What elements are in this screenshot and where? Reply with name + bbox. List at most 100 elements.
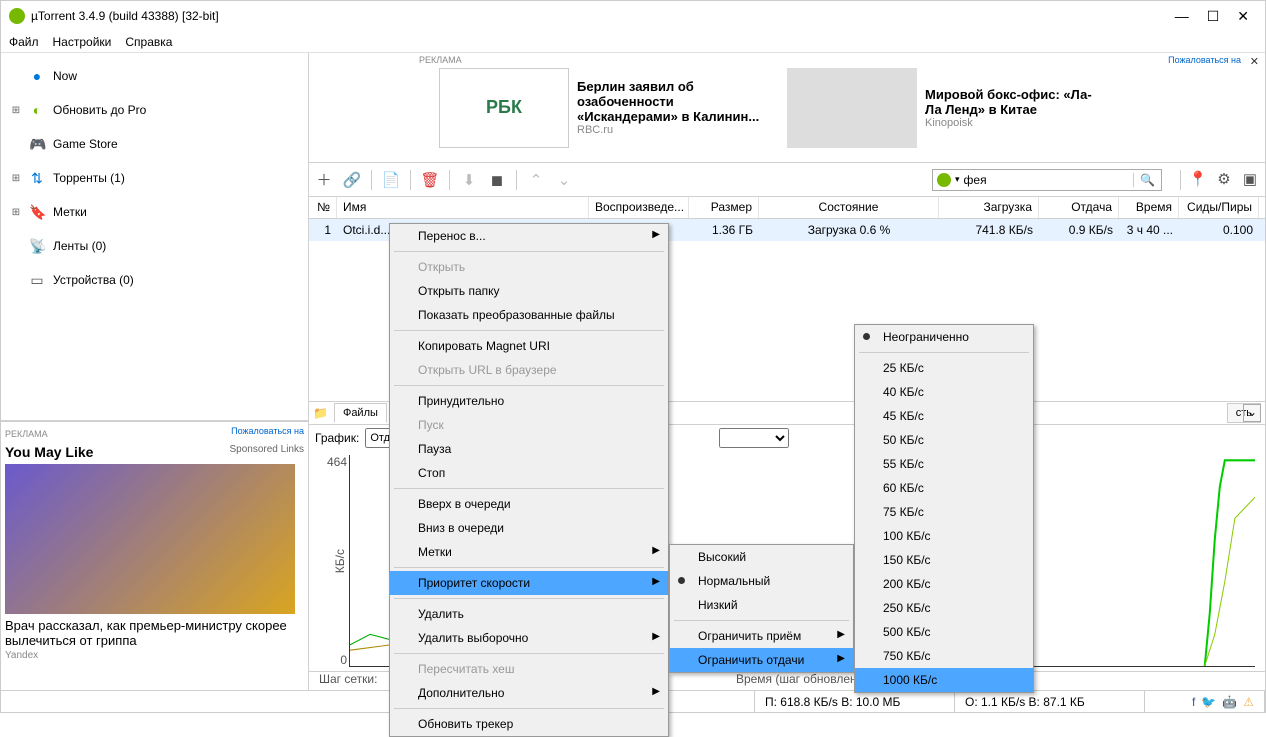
settings-icon[interactable]: ⚙	[1215, 170, 1233, 188]
sidebar-label: Now	[53, 69, 77, 83]
menu-item[interactable]: 750 КБ/с	[855, 644, 1033, 668]
col-download[interactable]: Загрузка	[939, 197, 1039, 218]
col-size[interactable]: Размер	[689, 197, 759, 218]
android-icon[interactable]: 🤖	[1222, 695, 1237, 709]
ad-complain-link[interactable]: Пожаловаться на	[231, 426, 304, 436]
col-play[interactable]: Воспроизведе...	[589, 197, 689, 218]
menu-item[interactable]: Ограничить приём▶	[670, 624, 853, 648]
torrent-table-header: № Имя Воспроизведе... Размер Состояние З…	[309, 197, 1265, 219]
col-num[interactable]: №	[309, 197, 337, 218]
sidebar-item-6[interactable]: ▭ Устройства (0)	[1, 263, 308, 297]
menu-item[interactable]: Вверх в очереди	[390, 492, 668, 516]
menu-item[interactable]: 45 КБ/с	[855, 404, 1033, 428]
expand-icon[interactable]: ⊞	[11, 207, 21, 218]
col-status[interactable]: Состояние	[759, 197, 939, 218]
col-time[interactable]: Время	[1119, 197, 1179, 218]
twitter-icon[interactable]: 🐦	[1201, 695, 1216, 709]
dropdown-icon[interactable]: ▾	[955, 174, 964, 185]
sidebar-item-3[interactable]: ⊞ ⇅ Торренты (1)	[1, 161, 308, 195]
menu-item[interactable]: 60 КБ/с	[855, 476, 1033, 500]
menu-item[interactable]: Нормальный	[670, 569, 853, 593]
menu-item[interactable]: Обновить трекер	[390, 712, 668, 736]
menu-item[interactable]: 75 КБ/с	[855, 500, 1033, 524]
ad-block-1[interactable]: РБК Берлин заявил об озабоченности «Иска…	[439, 68, 777, 148]
limit-upload-submenu: Неограниченно 25 КБ/с40 КБ/с45 КБ/с50 КБ/…	[854, 324, 1034, 693]
create-torrent-icon[interactable]: 📄	[382, 171, 400, 189]
menu-item[interactable]: Показать преобразованные файлы	[390, 303, 668, 327]
menu-item[interactable]: 25 КБ/с	[855, 356, 1033, 380]
start-icon[interactable]: ⬇	[460, 171, 478, 189]
warning-icon[interactable]: ⚠	[1243, 695, 1254, 709]
tabs-dropdown-button[interactable]: ⌄	[1243, 404, 1261, 422]
col-name[interactable]: Имя	[337, 197, 589, 218]
menu-item[interactable]: 40 КБ/с	[855, 380, 1033, 404]
expand-icon[interactable]: ⊞	[11, 173, 21, 184]
sidebar-item-2[interactable]: 🎮 Game Store	[1, 127, 308, 161]
expand-icon[interactable]: ⊞	[11, 105, 21, 116]
menu-item[interactable]: 50 КБ/с	[855, 428, 1033, 452]
sidebar-item-0[interactable]: ● Now	[1, 59, 308, 93]
menu-item[interactable]: Удалить	[390, 602, 668, 626]
menu-item[interactable]: Копировать Magnet URI	[390, 334, 668, 358]
minimize-button[interactable]: —	[1175, 8, 1189, 25]
ad-close-icon[interactable]: ✕	[1250, 55, 1259, 68]
menu-help[interactable]: Справка	[125, 35, 172, 49]
sidebar-item-4[interactable]: ⊞ 🔖 Метки	[1, 195, 308, 229]
add-torrent-icon[interactable]: ＋	[315, 171, 333, 189]
col-upload[interactable]: Отдача	[1039, 197, 1119, 218]
menu-item[interactable]: 500 КБ/с	[855, 620, 1033, 644]
menu-item[interactable]: Пауза	[390, 437, 668, 461]
sidebar-item-5[interactable]: 📡 Ленты (0)	[1, 229, 308, 263]
sidebar-icon: ◐	[29, 102, 45, 118]
sidebar-label: Ленты (0)	[53, 239, 106, 253]
search-engine-icon[interactable]	[937, 173, 951, 187]
cell-status: Загрузка 0.6 %	[759, 223, 939, 237]
menu-item[interactable]: 1000 КБ/с	[855, 668, 1033, 692]
menu-item[interactable]: Ограничить отдачи▶	[670, 648, 853, 672]
move-down-icon[interactable]: ⌄	[555, 171, 573, 189]
menu-item[interactable]: 100 КБ/с	[855, 524, 1033, 548]
menu-item[interactable]: Низкий	[670, 593, 853, 617]
menu-item[interactable]: Неограниченно	[855, 325, 1033, 349]
menu-item[interactable]: Открыть папку	[390, 279, 668, 303]
stop-icon[interactable]: ◼	[488, 171, 506, 189]
menu-item[interactable]: Вниз в очереди	[390, 516, 668, 540]
search-input[interactable]	[964, 173, 1134, 187]
menu-item[interactable]: 200 КБ/с	[855, 572, 1033, 596]
expand-icon[interactable]: ▣	[1241, 170, 1259, 188]
menu-item[interactable]: Стоп	[390, 461, 668, 485]
menu-item[interactable]: Удалить выборочно▶	[390, 626, 668, 650]
move-up-icon[interactable]: ⌃	[527, 171, 545, 189]
menu-item[interactable]: Перенос в...▶	[390, 224, 668, 248]
ad-label: РЕКЛАМА	[419, 55, 462, 65]
ad-block-2[interactable]: Мировой бокс-офис: «Ла-Ла Ленд» в Китае …	[787, 68, 1105, 148]
menu-item: Пересчитать хеш	[390, 657, 668, 681]
facebook-icon[interactable]: f	[1192, 695, 1195, 709]
remote-icon[interactable]: 📍	[1189, 170, 1207, 188]
menu-file[interactable]: Файл	[9, 35, 39, 49]
menu-item[interactable]: Метки▶	[390, 540, 668, 564]
sidebar-item-1[interactable]: ⊞ ◐ Обновить до Pro	[1, 93, 308, 127]
submenu-arrow-icon: ▶	[652, 576, 660, 587]
menu-item[interactable]: Высокий	[670, 545, 853, 569]
menu-item[interactable]: Приоритет скорости▶	[390, 571, 668, 595]
delete-icon[interactable]: 🗑	[421, 171, 439, 189]
menu-item[interactable]: 55 КБ/с	[855, 452, 1033, 476]
tab-files[interactable]: Файлы	[334, 403, 387, 423]
menu-item[interactable]: Принудительно	[390, 389, 668, 413]
menubar: Файл Настройки Справка	[1, 31, 1265, 53]
add-url-icon[interactable]: 🔗	[343, 171, 361, 189]
ad-title[interactable]: Врач рассказал, как премьер-министру ско…	[5, 618, 304, 648]
graph-select-2[interactable]	[719, 428, 789, 448]
col-peers[interactable]: Сиды/Пиры	[1179, 197, 1259, 218]
maximize-button[interactable]: ☐	[1207, 8, 1220, 25]
ad-title: Мировой бокс-офис: «Ла-Ла Ленд» в Китае	[925, 87, 1105, 117]
menu-settings[interactable]: Настройки	[53, 35, 112, 49]
menu-item[interactable]: Дополнительно▶	[390, 681, 668, 705]
menu-item[interactable]: 250 КБ/с	[855, 596, 1033, 620]
close-button[interactable]: ✕	[1237, 8, 1249, 25]
ad-complain-link[interactable]: Пожаловаться на	[1168, 55, 1241, 65]
search-icon[interactable]: 🔍	[1133, 173, 1161, 187]
menu-item[interactable]: 150 КБ/с	[855, 548, 1033, 572]
ad-image[interactable]	[5, 464, 295, 614]
